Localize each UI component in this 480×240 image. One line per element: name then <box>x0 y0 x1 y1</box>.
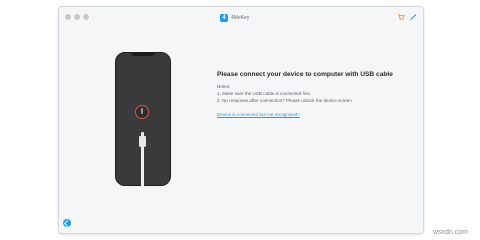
app-window: 4 4MeKey Please connect your device to c… <box>58 6 424 234</box>
page-title: Please connect your device to computer w… <box>217 71 393 78</box>
app-logo-icon: 4 <box>220 13 228 22</box>
cart-icon[interactable] <box>397 13 405 21</box>
device-not-recognized-link[interactable]: Device is connected but not recognized? <box>217 112 300 117</box>
titlebar: 4 4MeKey <box>59 7 423 27</box>
instructions-panel: Please connect your device to computer w… <box>217 71 417 121</box>
note-item: 1. Make sure the USB cable is connected … <box>217 91 312 96</box>
phone-illustration <box>115 52 171 186</box>
watermark-text: wsxdn.com <box>432 229 468 236</box>
app-brand: 4 4MeKey <box>220 13 249 22</box>
maximize-window-button[interactable] <box>83 14 89 20</box>
close-window-button[interactable] <box>65 14 71 20</box>
phone-notch <box>131 52 155 56</box>
minimize-window-button[interactable] <box>74 14 80 20</box>
note-item: 2. No response after connection? Please … <box>217 98 354 103</box>
wand-icon[interactable] <box>409 13 417 21</box>
app-title: 4MeKey <box>231 14 250 21</box>
notes-label: Notes: <box>217 84 231 89</box>
back-home-icon[interactable] <box>63 219 71 227</box>
usb-cable-icon <box>139 132 146 147</box>
alert-icon <box>135 105 149 119</box>
usb-cable-wire <box>141 147 144 186</box>
